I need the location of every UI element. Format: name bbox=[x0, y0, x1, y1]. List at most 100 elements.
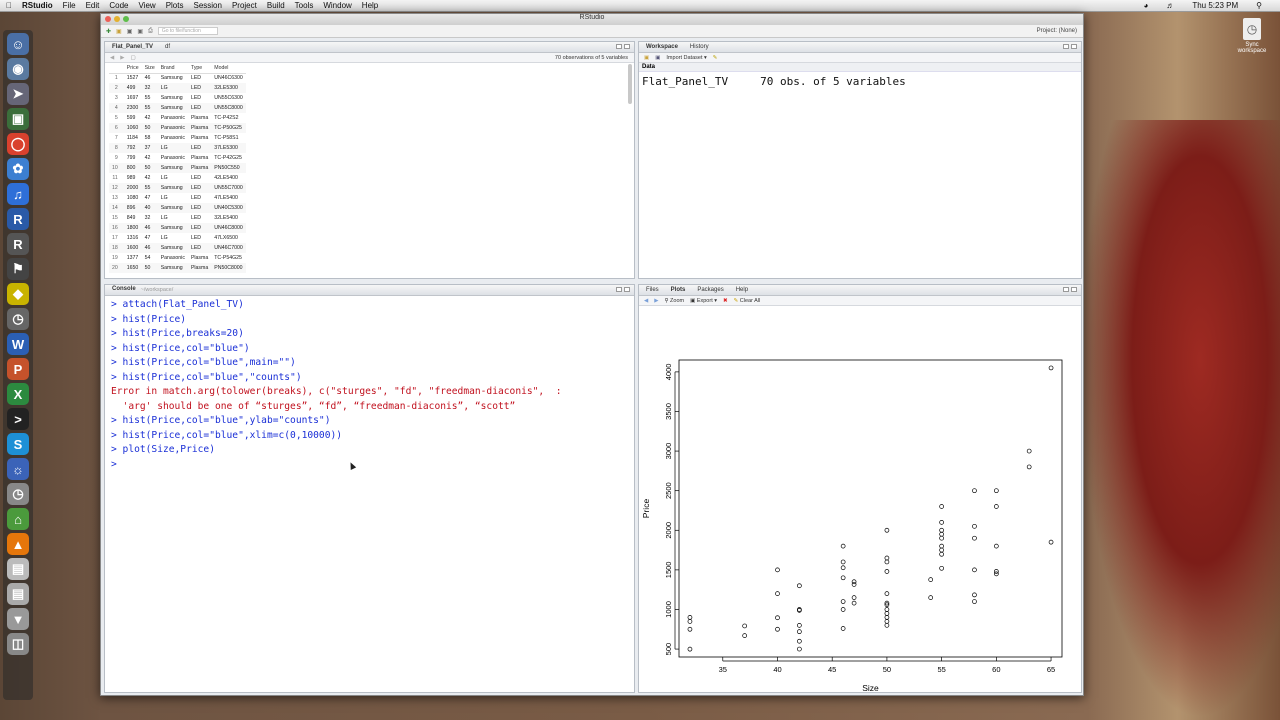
back-arrow-icon[interactable]: ◀ bbox=[644, 298, 648, 304]
document-icon[interactable]: ▤ bbox=[7, 558, 29, 580]
apple-icon[interactable]:  bbox=[6, 1, 12, 10]
menu-tools[interactable]: Tools bbox=[295, 1, 314, 10]
source-pane: Flat_Panel_TV df ◀ ▶ ▢ 70 observations o… bbox=[104, 41, 635, 279]
maximize-pane-icon[interactable] bbox=[624, 44, 630, 49]
x-axis-label: Size bbox=[862, 683, 879, 693]
console-output[interactable]: > attach(Flat_Panel_TV) > hist(Price) > hi… bbox=[105, 296, 634, 474]
goto-file-input[interactable]: Go to file/function bbox=[157, 27, 218, 35]
zoom-button[interactable]: ⚲ Zoom bbox=[664, 298, 684, 304]
network-icon[interactable]: ☼ bbox=[7, 458, 29, 480]
forward-arrow-icon[interactable]: ▶ bbox=[654, 298, 658, 304]
data-point bbox=[884, 611, 890, 616]
timemachine-icon[interactable]: ◷ bbox=[7, 308, 29, 330]
clear-all-button[interactable]: ✎ Clear All bbox=[734, 298, 761, 304]
column-header[interactable]: Type bbox=[187, 63, 212, 74]
new-file-icon[interactable]: ✚ bbox=[106, 28, 111, 35]
tab-plots[interactable]: Plots bbox=[668, 287, 689, 295]
chrome-icon[interactable]: ◯ bbox=[7, 133, 29, 155]
sync-workspace-desktop-icon[interactable]: ◷ Sync workspace bbox=[1234, 18, 1270, 54]
zoom-button[interactable] bbox=[123, 16, 129, 22]
show-in-window-icon[interactable]: ▢ bbox=[130, 55, 135, 61]
menu-file[interactable]: File bbox=[63, 1, 76, 10]
remove-plot-icon[interactable]: ✖ bbox=[723, 298, 728, 304]
itunes-icon[interactable]: ♫ bbox=[7, 183, 29, 205]
menu-session[interactable]: Session bbox=[193, 1, 221, 10]
tab-workspace[interactable]: Workspace bbox=[643, 44, 681, 52]
print-icon[interactable]: ⎙ bbox=[148, 28, 153, 35]
volume-icon[interactable]: ♬ bbox=[1166, 1, 1174, 10]
tab-files[interactable]: Files bbox=[643, 287, 662, 295]
minimize-pane-icon[interactable] bbox=[1063, 287, 1069, 292]
gimp-icon[interactable]: ⚑ bbox=[7, 258, 29, 280]
document-2-icon[interactable]: ▤ bbox=[7, 583, 29, 605]
wifi-icon[interactable]: ◕ bbox=[1143, 1, 1148, 10]
maximize-pane-icon[interactable] bbox=[1071, 287, 1077, 292]
variable-name[interactable]: Flat_Panel_TV bbox=[642, 75, 728, 88]
import-dataset-button[interactable]: Import Dataset ▾ bbox=[666, 55, 706, 61]
table-row: 4 2300 55 Samsung LED UN55C8000 bbox=[109, 103, 246, 113]
workspace-variable-row[interactable]: Flat_Panel_TV 70 obs. of 5 variables bbox=[639, 72, 1081, 91]
tab-history[interactable]: History bbox=[687, 44, 712, 52]
downloads-icon[interactable]: ▼ bbox=[7, 608, 29, 630]
menu-code[interactable]: Code bbox=[109, 1, 128, 10]
forward-arrow-icon[interactable]: ▶ bbox=[120, 55, 124, 61]
clock-app-icon[interactable]: ◷ bbox=[7, 483, 29, 505]
sketch-icon[interactable]: ◆ bbox=[7, 283, 29, 305]
menu-window[interactable]: Window bbox=[323, 1, 351, 10]
column-header[interactable]: Model bbox=[211, 63, 246, 74]
skype-icon[interactable]: S bbox=[7, 433, 29, 455]
table-row: 13 1080 47 LG LED 47LE5400 bbox=[109, 193, 246, 203]
y-axis-label: Price bbox=[641, 499, 651, 519]
minimize-pane-icon[interactable] bbox=[616, 44, 622, 49]
column-header[interactable]: Size bbox=[141, 63, 158, 74]
project-menu[interactable]: Project: (None) bbox=[1037, 28, 1077, 34]
menu-view[interactable]: View bbox=[138, 1, 155, 10]
menu-build[interactable]: Build bbox=[267, 1, 285, 10]
data-point bbox=[840, 607, 846, 612]
menu-project[interactable]: Project bbox=[232, 1, 257, 10]
rstudio-icon[interactable]: R bbox=[7, 233, 29, 255]
terminal-icon[interactable]: > bbox=[7, 408, 29, 430]
menu-edit[interactable]: Edit bbox=[86, 1, 100, 10]
menu-help[interactable]: Help bbox=[362, 1, 378, 10]
minimize-button[interactable] bbox=[114, 16, 120, 22]
tab-help[interactable]: Help bbox=[733, 287, 751, 295]
maximize-pane-icon[interactable] bbox=[624, 287, 630, 292]
excel-icon[interactable]: X bbox=[7, 383, 29, 405]
maximize-pane-icon[interactable] bbox=[1071, 44, 1077, 49]
column-header[interactable]: Brand bbox=[157, 63, 188, 74]
word-icon[interactable]: W bbox=[7, 333, 29, 355]
column-header[interactable]: Price bbox=[123, 63, 142, 74]
activity-icon[interactable]: ▣ bbox=[7, 108, 29, 130]
finder-icon[interactable]: ☺ bbox=[7, 33, 29, 55]
open-file-icon[interactable]: ▣ bbox=[116, 28, 122, 35]
safari-icon[interactable]: ✿ bbox=[7, 158, 29, 180]
clock[interactable]: Thu 5:23 PM bbox=[1192, 1, 1238, 10]
tab-df[interactable]: df bbox=[162, 44, 173, 52]
tab-packages[interactable]: Packages bbox=[694, 287, 726, 295]
save-icon[interactable]: ▣ bbox=[127, 28, 133, 35]
load-workspace-icon[interactable]: ▣ bbox=[644, 55, 649, 61]
save-workspace-icon[interactable]: ▣ bbox=[655, 55, 660, 61]
table-cell: 1697 bbox=[126, 95, 139, 101]
menu-plots[interactable]: Plots bbox=[166, 1, 184, 10]
powerpoint-icon[interactable]: P bbox=[7, 358, 29, 380]
vlc-icon[interactable]: ▲ bbox=[7, 533, 29, 555]
export-button[interactable]: ▣ Export ▾ bbox=[690, 298, 717, 304]
clear-workspace-icon[interactable]: ✎ bbox=[713, 55, 718, 61]
menu-app-name[interactable]: RStudio bbox=[22, 1, 53, 10]
console-title[interactable]: Console bbox=[109, 286, 139, 294]
save-all-icon[interactable]: ▣ bbox=[137, 28, 143, 35]
scrollbar[interactable] bbox=[628, 64, 632, 104]
spotlight-icon[interactable]: ⚲ bbox=[1256, 1, 1262, 10]
tab-flat-panel-tv[interactable]: Flat_Panel_TV bbox=[109, 44, 156, 52]
launchpad-icon[interactable]: ➤ bbox=[7, 83, 29, 105]
back-arrow-icon[interactable]: ◀ bbox=[110, 55, 114, 61]
dashboard-icon[interactable]: ◉ bbox=[7, 58, 29, 80]
r-icon[interactable]: R bbox=[7, 208, 29, 230]
trash-icon[interactable]: ◫ bbox=[7, 633, 29, 655]
home-icon[interactable]: ⌂ bbox=[7, 508, 29, 530]
close-button[interactable] bbox=[105, 16, 111, 22]
minimize-pane-icon[interactable] bbox=[616, 287, 622, 292]
minimize-pane-icon[interactable] bbox=[1063, 44, 1069, 49]
